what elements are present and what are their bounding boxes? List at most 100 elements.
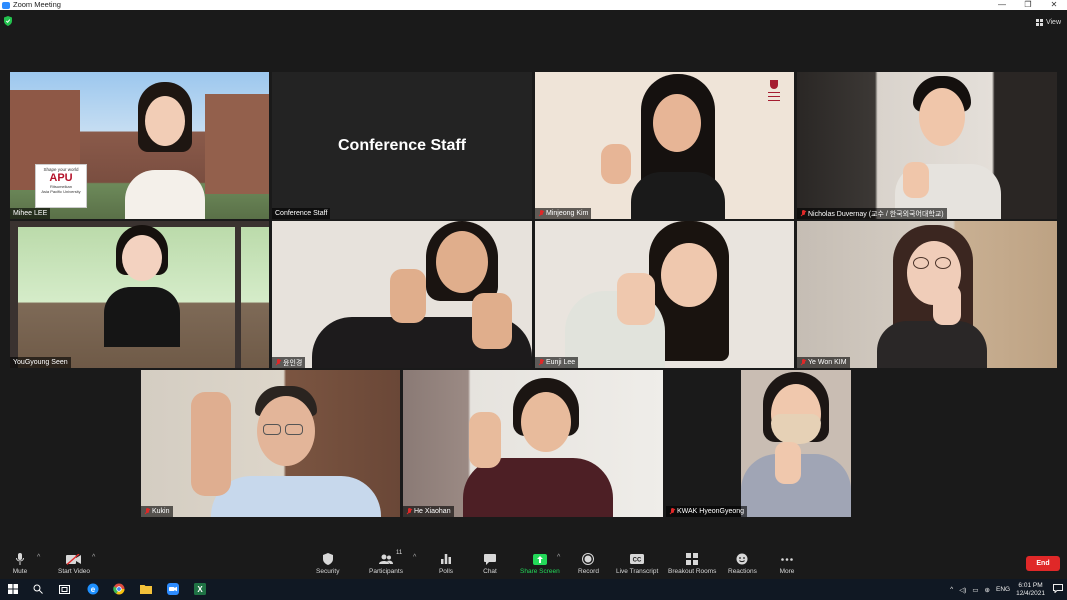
video-tile-minjeong-kim[interactable]: Minjeong Kim	[535, 72, 794, 219]
svg-text:e: e	[91, 585, 96, 594]
edge-browser-icon[interactable]: e	[86, 582, 100, 596]
video-tile-yougyoung-seen[interactable]: YouGyoung Seen	[10, 221, 269, 368]
name-label: Eunji Lee	[535, 357, 579, 368]
name-label: 윤인경	[272, 357, 306, 368]
globe-icon[interactable]: ⊕	[985, 586, 990, 594]
record-label: Record	[578, 568, 599, 575]
participants-chevron-icon[interactable]: ^	[413, 554, 416, 561]
microphone-icon	[12, 552, 28, 566]
video-tile-mihee-lee[interactable]: Shape your world APU Ritsumeikan Asia Pa…	[10, 72, 269, 219]
more-button[interactable]: More	[779, 552, 795, 575]
participant-name: Eunji Lee	[546, 359, 576, 366]
reactions-label: Reactions	[728, 568, 757, 575]
close-button[interactable]: ✕	[1041, 0, 1067, 10]
share-screen-icon	[532, 552, 548, 566]
chat-icon	[482, 552, 498, 566]
share-screen-button[interactable]: Share Screen	[520, 552, 560, 575]
zoom-app-icon	[2, 1, 10, 9]
participant-figure	[857, 221, 997, 368]
svg-text:X: X	[197, 585, 203, 594]
muted-mic-icon	[800, 359, 806, 366]
participant-figure	[102, 225, 182, 368]
muted-mic-icon	[538, 210, 544, 217]
breakout-rooms-button[interactable]: Breakout Rooms	[668, 552, 716, 575]
record-button[interactable]: Record	[578, 552, 599, 575]
restore-button[interactable]: ❐	[1015, 0, 1041, 10]
video-tile-conference-staff[interactable]: Conference Staff Conference Staff	[272, 72, 532, 219]
polls-icon	[438, 552, 454, 566]
zoom-window: Zoom Meeting — ❐ ✕ View Shape your world…	[0, 0, 1067, 600]
window-frame-right	[235, 221, 241, 368]
chrome-browser-icon[interactable]	[112, 582, 126, 596]
start-video-button[interactable]: Start Video	[58, 552, 90, 575]
video-tile-ye-won-kim[interactable]: Ye Won KIM	[797, 221, 1057, 368]
search-icon[interactable]	[31, 582, 45, 596]
live-transcript-button[interactable]: CC Live Transcript	[616, 552, 658, 575]
clock-date: 12/4/2021	[1016, 589, 1045, 597]
muted-mic-icon	[406, 508, 412, 515]
video-tile-yun-inkyung[interactable]: 윤인경	[272, 221, 532, 368]
system-tray: ^ ◁) ▭ ⊕ ENG 6:01 PM 12/4/2021	[950, 579, 1063, 600]
video-tile-kukin[interactable]: Kukin	[141, 370, 400, 517]
volume-icon[interactable]: ◁)	[959, 586, 966, 594]
participants-button[interactable]: 11 Participants	[369, 550, 403, 575]
polls-button[interactable]: Polls	[438, 552, 454, 575]
security-button[interactable]: Security	[316, 552, 339, 575]
window-title: Zoom Meeting	[13, 0, 61, 9]
view-button[interactable]: View	[1035, 16, 1061, 28]
security-shield-icon[interactable]	[4, 16, 12, 26]
thumbs-up	[191, 392, 231, 496]
video-tile-kwak-hyeongyeong[interactable]: KWAK HyeonGyeong	[666, 370, 926, 517]
file-explorer-icon[interactable]	[139, 582, 153, 596]
notifications-icon[interactable]	[1053, 584, 1063, 595]
video-tile-nicholas-duvernay[interactable]: Nicholas Duvernay (교수 / 한국외국어대학교)	[797, 72, 1057, 219]
title-bar: Zoom Meeting — ❐ ✕	[0, 0, 1067, 10]
network-icon[interactable]: ▭	[972, 586, 978, 594]
chat-button[interactable]: Chat	[482, 552, 498, 575]
thumbs-up	[617, 273, 655, 325]
video-tile-eunji-lee[interactable]: Eunji Lee	[535, 221, 794, 368]
name-label: Conference Staff	[272, 208, 331, 219]
reactions-button[interactable]: Reactions	[728, 552, 757, 575]
breakout-rooms-icon	[684, 552, 700, 566]
glasses-right	[285, 424, 303, 435]
portrait-video	[741, 370, 851, 517]
apu-sign: Shape your world APU Ritsumeikan Asia Pa…	[35, 164, 87, 208]
muted-mic-icon	[144, 508, 150, 515]
mute-button[interactable]: Mute	[12, 552, 28, 575]
glasses-right	[935, 257, 951, 269]
windows-start-icon[interactable]	[6, 582, 20, 596]
audio-options-chevron-icon[interactable]: ^	[37, 554, 40, 561]
language-indicator[interactable]: ENG	[996, 586, 1010, 593]
clock[interactable]: 6:01 PM 12/4/2021	[1016, 582, 1045, 598]
share-options-chevron-icon[interactable]: ^	[557, 554, 560, 561]
video-tile-he-xiaohan[interactable]: He Xiaohan	[403, 370, 663, 517]
windows-taskbar: e X ^ ◁) ▭ ⊕ ENG 6:01 PM 12/4/2021	[0, 579, 1067, 600]
minimize-button[interactable]: —	[989, 0, 1015, 10]
tray-chevron-icon[interactable]: ^	[950, 586, 953, 593]
muted-mic-icon	[275, 359, 281, 366]
end-meeting-button[interactable]: End	[1026, 556, 1060, 571]
glasses-left	[913, 257, 929, 269]
name-label: Mihee LEE	[10, 208, 51, 219]
name-label: Minjeong Kim	[535, 208, 592, 219]
clock-time: 6:01 PM	[1018, 581, 1043, 589]
video-options-chevron-icon[interactable]: ^	[92, 554, 95, 561]
display-name: Conference Staff	[337, 136, 467, 154]
excel-icon[interactable]: X	[193, 582, 207, 596]
participant-name: 윤인경	[283, 359, 303, 367]
no-video-card: Conference Staff	[272, 72, 532, 219]
zoom-taskbar-icon[interactable]	[166, 582, 180, 596]
window-frame-left	[10, 221, 18, 368]
thumbs-up	[933, 285, 961, 325]
participants-label: Participants	[369, 568, 403, 575]
svg-text:CC: CC	[633, 558, 642, 564]
name-label: KWAK HyeonGyeong	[666, 506, 748, 517]
name-label: Kukin	[141, 506, 173, 517]
reactions-smiley-icon	[734, 552, 750, 566]
task-view-icon[interactable]	[57, 582, 71, 596]
more-dots-icon	[779, 552, 795, 566]
participant-name: Ye Won KIM	[808, 359, 847, 366]
thumbs-up-left	[390, 269, 426, 323]
name-label: He Xiaohan	[403, 506, 454, 517]
